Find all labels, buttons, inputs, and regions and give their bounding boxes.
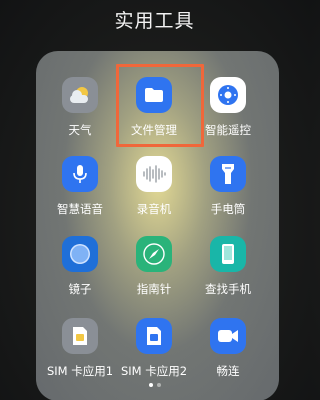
page-dot-active[interactable] (148, 383, 153, 387)
page-indicator (0, 383, 309, 387)
sim-card-icon (136, 318, 172, 354)
app-label: 查找手机 (205, 282, 251, 296)
folder-title: 实用工具 (114, 10, 195, 32)
remote-control-icon (210, 77, 246, 113)
find-phone-icon (210, 236, 246, 272)
app-find-phone[interactable]: 查找手机 (183, 236, 273, 297)
app-meetime[interactable]: 畅连 (183, 318, 273, 379)
page-dot[interactable] (156, 383, 161, 387)
highlight-box (116, 64, 204, 147)
flashlight-icon (210, 156, 246, 192)
microphone-icon (62, 156, 98, 192)
app-flashlight[interactable]: 手电筒 (183, 156, 273, 217)
video-call-icon (210, 318, 246, 354)
weather-icon (62, 77, 98, 113)
app-label: 手电筒 (210, 202, 246, 216)
app-label: 畅连 (216, 364, 240, 378)
compass-icon (136, 236, 172, 272)
sound-wave-icon (136, 156, 172, 192)
sim-card-icon (62, 318, 98, 354)
mirror-icon (62, 236, 98, 272)
